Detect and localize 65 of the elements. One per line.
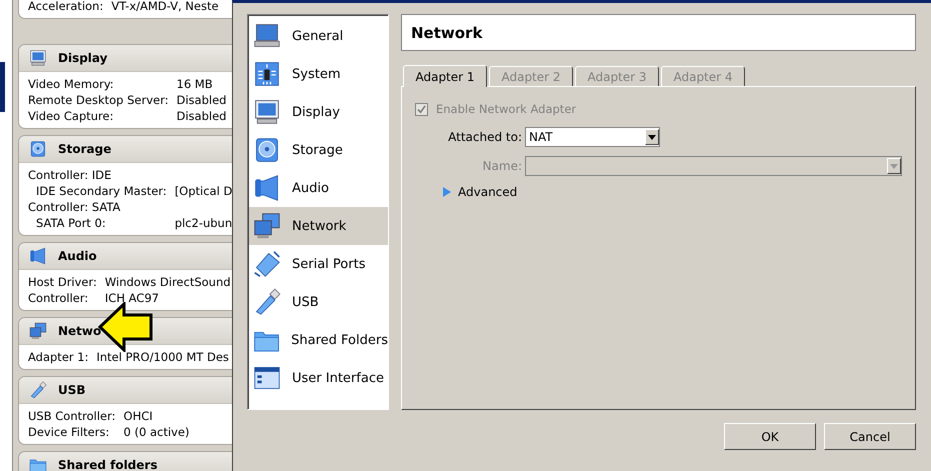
category-item[interactable]: USB — [249, 283, 388, 321]
detail-label: USB Controller: — [28, 408, 116, 424]
usb-stick-icon — [29, 381, 47, 399]
detail-label: Device Filters: — [28, 424, 110, 440]
category-item[interactable]: Network — [249, 207, 388, 245]
window-icon — [253, 364, 281, 392]
category-item[interactable]: General — [249, 17, 388, 55]
field-label: Attached to: — [447, 130, 522, 144]
detail-label: Controller: — [28, 290, 90, 306]
detail-label: Video Capture: — [28, 108, 114, 124]
category-item[interactable]: Shared Folders — [249, 321, 388, 359]
detail-label: Remote Desktop Server: — [28, 92, 168, 108]
page-title: Network — [411, 24, 482, 42]
detail-value: OHCI — [124, 408, 154, 424]
checkbox-label: Enable Network Adapter — [436, 102, 576, 116]
section-title: Audio — [58, 249, 97, 263]
detail-label: Acceleration: — [28, 0, 104, 14]
speaker-icon — [29, 247, 47, 265]
monitors-icon — [253, 212, 281, 240]
usb-stick-icon — [253, 288, 281, 316]
monitor-icon — [253, 98, 281, 126]
detail-value: 0 (0 active) — [124, 424, 190, 440]
detail-value: Intel PRO/1000 MT Des — [96, 349, 230, 365]
monitor-icon — [29, 49, 47, 67]
detail-value: 16 MB — [176, 76, 214, 92]
dropdown[interactable]: NAT — [525, 127, 660, 147]
detail-label: Video Memory: — [28, 76, 115, 92]
background-window-edge — [0, 62, 5, 112]
category-item[interactable]: Display — [249, 93, 388, 131]
detail-value: [Optical D — [174, 183, 232, 199]
section-title: Netwo — [58, 324, 102, 338]
detail-label: Controller: SATA — [28, 199, 122, 215]
category-item[interactable]: Serial Ports — [249, 245, 388, 283]
monitors-icon — [29, 322, 47, 340]
adapter-tab[interactable]: Adapter 1 — [403, 65, 487, 87]
category-item[interactable]: Storage — [249, 131, 388, 169]
detail-label: IDE Secondary Master: — [35, 183, 167, 199]
detail-label: SATA Port 0: — [35, 215, 107, 231]
detail-value: Disabled — [176, 108, 228, 124]
speaker-icon — [253, 174, 281, 202]
category-item[interactable]: Audio — [249, 169, 388, 207]
section-title: Shared folders — [58, 458, 158, 471]
caret-icon — [648, 134, 656, 140]
detail-value: Disabled — [176, 92, 228, 108]
plug-icon — [253, 250, 281, 278]
advanced-toggle[interactable]: Advanced — [443, 185, 518, 199]
dialog-button[interactable]: Cancel — [824, 423, 916, 450]
expand-arrow-icon — [443, 187, 451, 197]
section-title: Display — [58, 51, 108, 65]
category-item[interactable]: System — [249, 55, 388, 93]
section-title: USB — [58, 383, 86, 397]
detail-label: Host Driver: — [28, 274, 97, 290]
chip-icon — [253, 60, 281, 88]
dialog-button[interactable]: OK — [724, 423, 816, 450]
section-title: Storage — [58, 142, 112, 156]
category-item[interactable]: User Interface — [249, 359, 388, 397]
detail-label: Adapter 1: — [28, 349, 88, 365]
detail-value: Windows DirectSound — [104, 274, 232, 290]
field-label: Name: — [482, 159, 522, 173]
caret-icon — [890, 164, 898, 168]
detail-value: VT-x/AMD-V, Neste — [111, 0, 220, 14]
detail-value: plc2-ubun — [174, 215, 232, 231]
laptop-icon — [253, 22, 281, 50]
detail-value: ICH AC97 — [104, 290, 160, 306]
detail-label: Controller: IDE — [28, 167, 112, 183]
